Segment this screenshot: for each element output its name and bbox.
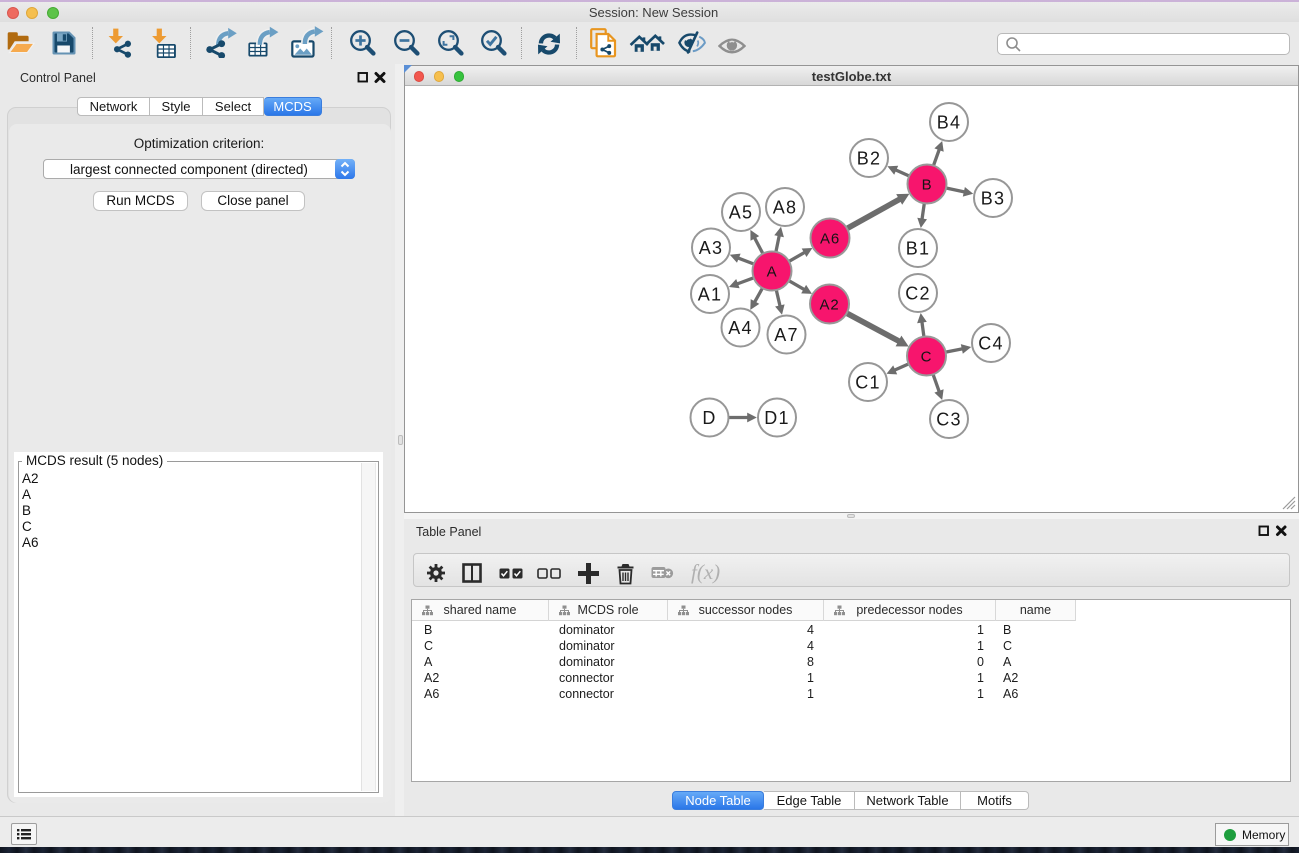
svg-text:A8: A8 <box>773 197 797 217</box>
svg-text:A5: A5 <box>729 202 753 222</box>
svg-text:B3: B3 <box>981 188 1005 208</box>
svg-text:A: A <box>767 263 778 280</box>
svg-text:A6: A6 <box>820 230 840 247</box>
svg-text:A2: A2 <box>820 296 840 313</box>
svg-text:C: C <box>921 348 933 365</box>
svg-text:A4: A4 <box>728 318 752 338</box>
svg-text:B2: B2 <box>857 148 881 168</box>
svg-text:A3: A3 <box>699 238 723 258</box>
svg-text:A1: A1 <box>698 284 722 304</box>
svg-text:B: B <box>922 176 933 193</box>
svg-text:C3: C3 <box>936 409 961 429</box>
svg-text:C1: C1 <box>855 372 880 392</box>
svg-text:C2: C2 <box>905 283 930 303</box>
svg-text:C4: C4 <box>978 333 1003 353</box>
svg-text:B1: B1 <box>906 238 930 258</box>
svg-text:B4: B4 <box>937 112 961 132</box>
svg-text:A7: A7 <box>774 325 798 345</box>
svg-text:D1: D1 <box>764 408 789 428</box>
svg-text:D: D <box>702 408 716 428</box>
